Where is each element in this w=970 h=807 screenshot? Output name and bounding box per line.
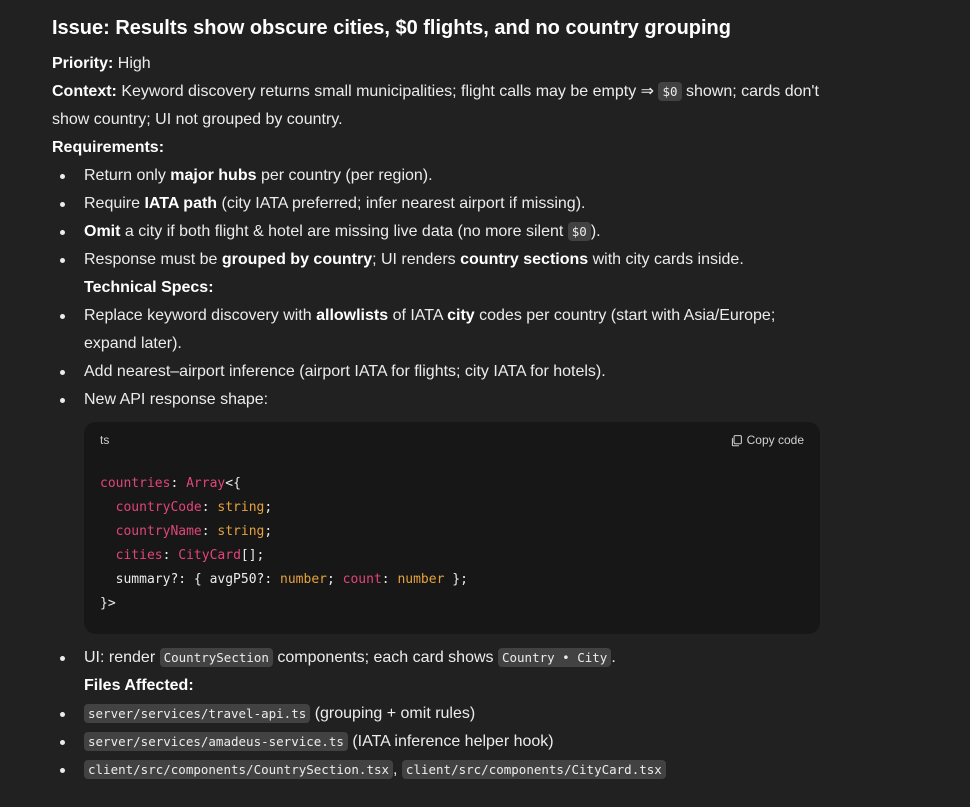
- issue-title: Issue: Results show obscure cities, $0 f…: [52, 17, 731, 39]
- list-item: Require IATA path (city IATA preferred; …: [52, 190, 832, 218]
- code-block-header: ts Copy code: [84, 422, 820, 458]
- inline-code: client/src/components/CityCard.tsx: [401, 760, 666, 779]
- list-item: Add nearest–airport inference (airport I…: [52, 358, 832, 386]
- list-item: server/services/travel-api.ts (grouping …: [52, 700, 832, 728]
- files-list: server/services/travel-api.ts (grouping …: [52, 700, 832, 784]
- tech-specs-list: Replace keyword discovery with allowlist…: [52, 302, 832, 414]
- inline-code: client/src/components/CountrySection.tsx: [84, 760, 394, 779]
- ui-list: UI: render CountrySection components; ea…: [52, 644, 832, 672]
- inline-code: CountrySection: [159, 648, 273, 667]
- inline-code: $0: [658, 82, 682, 101]
- context-line: Context: Keyword discovery returns small…: [52, 82, 819, 128]
- list-item: server/services/amadeus-service.ts (IATA…: [52, 728, 832, 756]
- list-item: Response must be grouped by country; UI …: [52, 246, 832, 274]
- copy-code-button[interactable]: Copy code: [730, 433, 804, 447]
- tech-specs-heading: Technical Specs:: [84, 279, 214, 296]
- code-content: countries: Array<{ countryCode: string; …: [100, 476, 468, 611]
- requirements-list: Return only major hubs per country (per …: [52, 162, 832, 274]
- list-item: client/src/components/CountrySection.tsx…: [52, 756, 832, 784]
- list-item: New API response shape:: [52, 386, 832, 414]
- list-item: Omit a city if both flight & hotel are m…: [52, 218, 832, 246]
- code-language-label: ts: [100, 433, 110, 447]
- inline-code: Country • City: [497, 648, 612, 667]
- files-affected-heading: Files Affected:: [84, 677, 194, 694]
- requirements-heading: Requirements:: [52, 139, 165, 156]
- copy-icon: [731, 434, 742, 446]
- inline-code: server/services/amadeus-service.ts: [84, 732, 348, 751]
- list-item: UI: render CountrySection components; ea…: [52, 644, 832, 672]
- code-block: ts Copy code countries: Array<{ countryC…: [84, 422, 820, 634]
- priority-line: Priority: High: [52, 55, 151, 72]
- list-item: Replace keyword discovery with allowlist…: [52, 302, 832, 358]
- message-content: Issue: Results show obscure cities, $0 f…: [0, 0, 832, 784]
- inline-code: server/services/travel-api.ts: [84, 704, 311, 723]
- list-item: Return only major hubs per country (per …: [52, 162, 832, 190]
- inline-code: $0: [567, 222, 591, 241]
